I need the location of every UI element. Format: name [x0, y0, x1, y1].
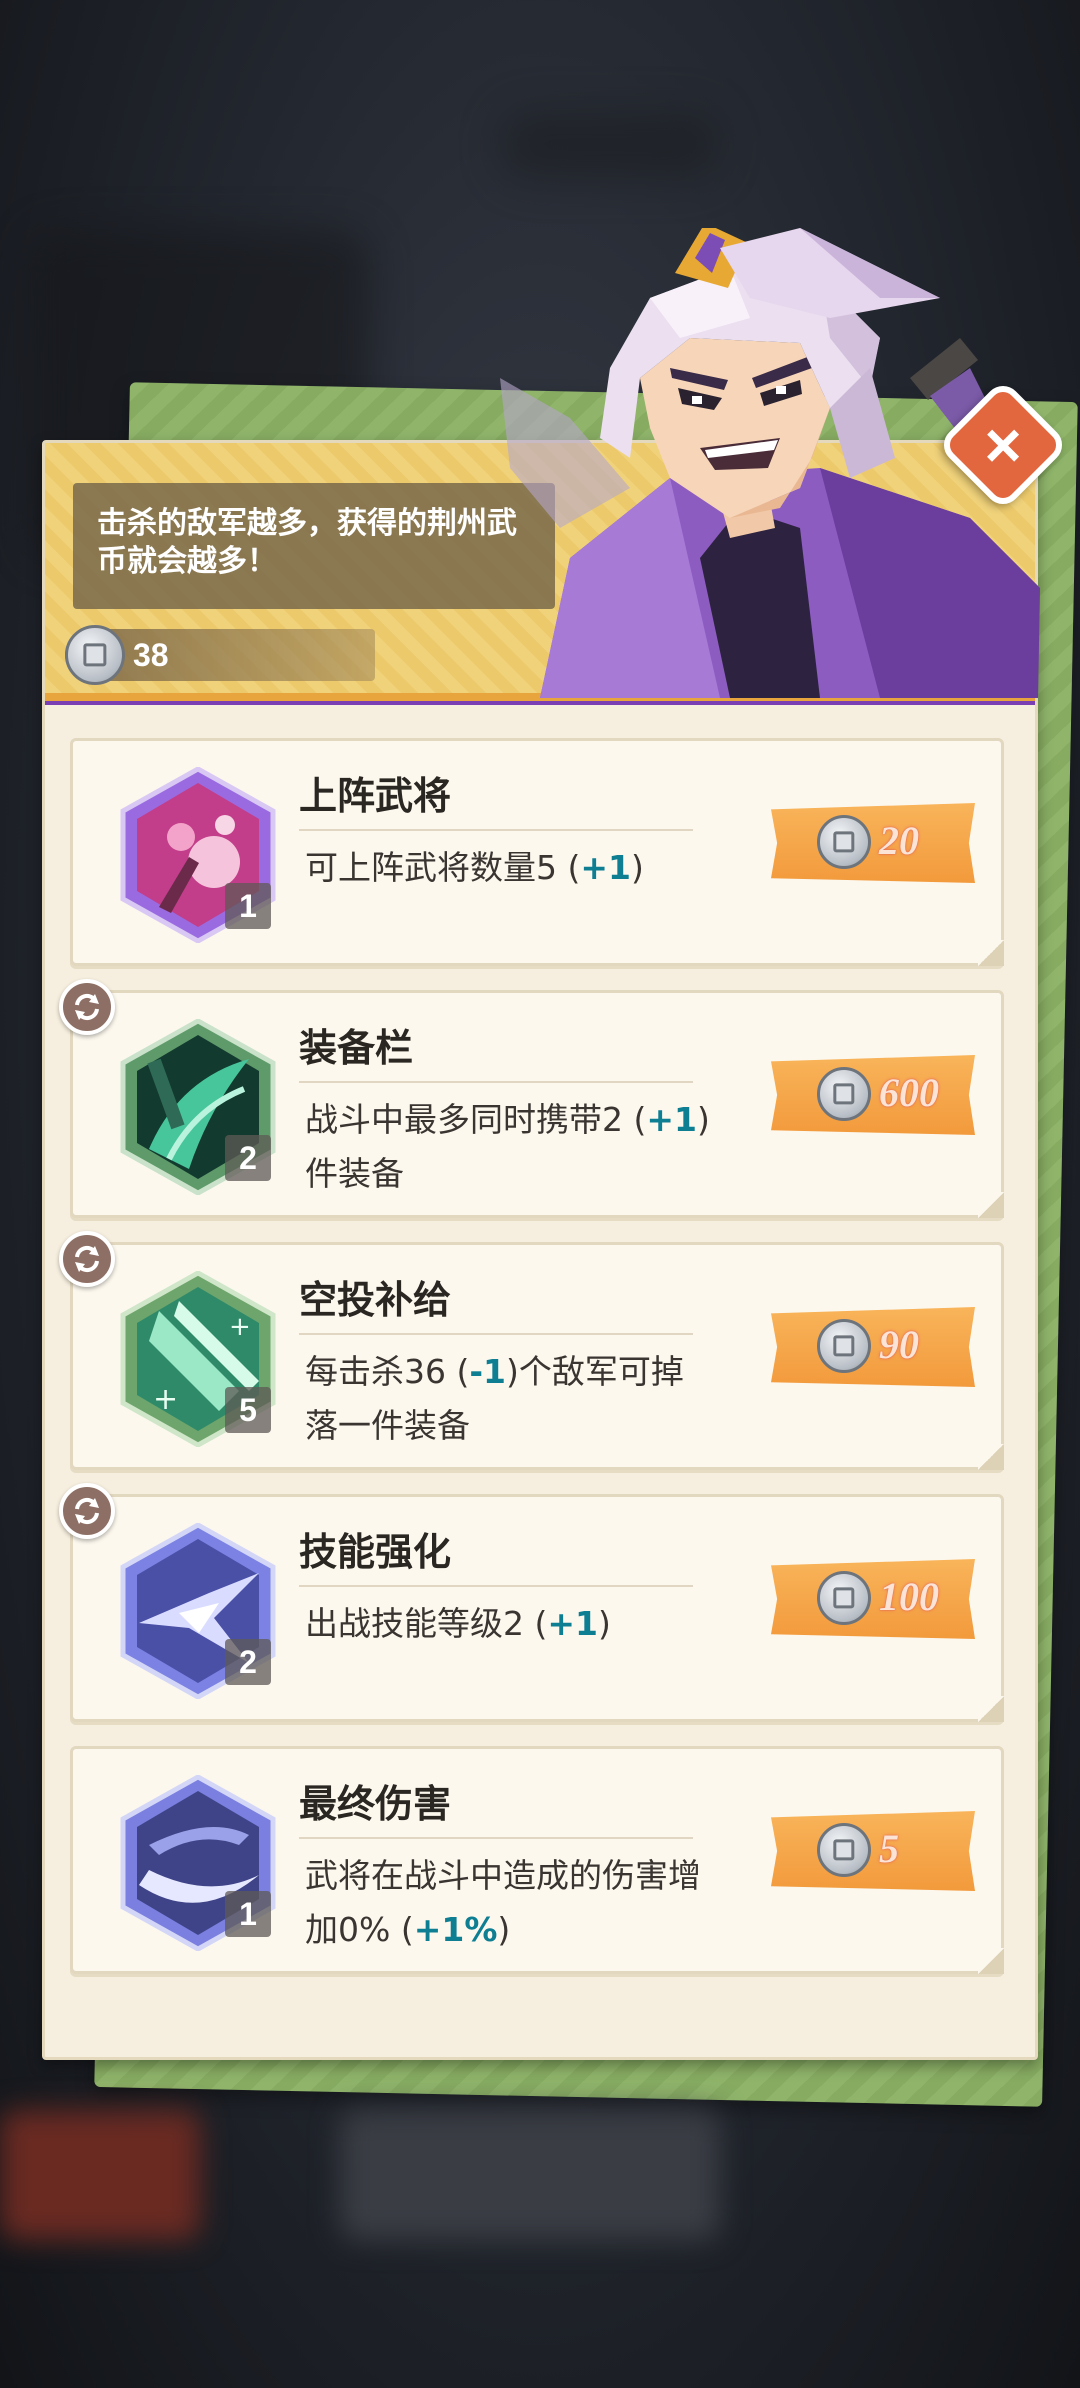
desc-highlight: -1	[469, 1352, 507, 1391]
background-blur	[0, 2110, 200, 2240]
upgrade-card[interactable]: 2 技能强化 出战技能等级2 (+1) 100	[59, 1483, 1004, 1722]
upgrade-description: 武将在战斗中造成的伤害增加0% (+1%)	[305, 1849, 715, 1957]
header-stripe	[45, 701, 1035, 705]
price-value: 600	[879, 1070, 939, 1115]
upgrade-title: 最终伤害	[299, 1782, 452, 1826]
coin-count: 38	[133, 637, 169, 673]
refresh-button[interactable]	[59, 1231, 115, 1287]
desc-text: )	[497, 1910, 511, 1949]
page-fold	[978, 940, 1004, 966]
upgrade-description: 可上阵武将数量5 (+1)	[305, 841, 715, 895]
svg-text:+: +	[229, 1312, 251, 1342]
divider	[299, 1585, 693, 1587]
upgrade-description: 每击杀36 (-1)个敌军可掉落一件装备	[305, 1345, 715, 1453]
refresh-button[interactable]	[59, 979, 115, 1035]
divider	[299, 1081, 693, 1083]
divider	[299, 1333, 693, 1335]
upgrade-card[interactable]: 1 上阵武将 可上阵武将数量5 (+1) 20	[70, 738, 1004, 966]
background-blur	[340, 2110, 720, 2240]
price-value: 90	[879, 1322, 919, 1367]
price-value: 100	[879, 1574, 939, 1619]
price-tag	[771, 1811, 975, 1891]
coin-icon	[817, 1823, 871, 1877]
background-blur	[500, 110, 720, 180]
coin-icon	[817, 1319, 871, 1373]
refresh-icon	[75, 993, 99, 1021]
upgrade-description: 战斗中最多同时携带2 (+1)件装备	[305, 1093, 715, 1201]
buy-button[interactable]: 90	[771, 1307, 975, 1387]
upgrade-card[interactable]: 1 最终伤害 武将在战斗中造成的伤害增加0% (+1%) 5	[70, 1746, 1004, 1974]
upgrade-card[interactable]: 2 装备栏 战斗中最多同时携带2 (+1)件装备 600	[59, 979, 1004, 1218]
desc-text: 出战技能等级2 (	[305, 1604, 548, 1643]
page-fold	[978, 1696, 1004, 1722]
level-badge: 2	[225, 1639, 271, 1685]
coin-balance: 38	[65, 625, 375, 685]
desc-highlight: +1	[580, 848, 631, 887]
coin-icon	[817, 815, 871, 869]
close-icon: ×	[984, 409, 1022, 481]
price-value: 20	[879, 818, 919, 863]
coin-icon	[65, 625, 125, 685]
price-tag	[771, 1055, 975, 1135]
hint-message: 击杀的敌军越多，获得的荆州武币就会越多！	[73, 483, 555, 609]
level-badge: 1	[225, 883, 271, 929]
desc-text: 每击杀36 (	[305, 1352, 470, 1391]
desc-highlight: +1	[547, 1604, 598, 1643]
desc-text: 可上阵武将数量5 (	[305, 848, 581, 887]
svg-text:+: +	[153, 1382, 178, 1417]
page-fold	[978, 1444, 1004, 1470]
upgrade-description: 出战技能等级2 (+1)	[305, 1597, 715, 1651]
upgrade-title: 空投补给	[299, 1278, 452, 1322]
buy-button[interactable]: 100	[771, 1559, 975, 1639]
upgrade-title: 装备栏	[299, 1026, 414, 1070]
desc-highlight: +1	[646, 1100, 697, 1139]
divider	[299, 1837, 693, 1839]
upgrade-card[interactable]: + + 5 空投补给 每击杀36 (-1)个敌军可掉落一件装备 90	[59, 1231, 1004, 1470]
desc-text: )	[631, 848, 644, 887]
desc-highlight: +1%	[413, 1910, 498, 1949]
refresh-icon	[75, 1497, 99, 1525]
level-badge: 2	[225, 1135, 271, 1181]
buy-button[interactable]: 20	[771, 803, 975, 883]
upgrade-title: 上阵武将	[299, 774, 452, 818]
page-fold	[978, 1192, 1004, 1218]
page-fold	[978, 1948, 1004, 1974]
buy-button[interactable]: 5	[771, 1811, 975, 1891]
price-tag	[771, 803, 975, 883]
refresh-icon	[75, 1245, 99, 1273]
coin-icon	[817, 1067, 871, 1121]
price-value: 5	[879, 1826, 899, 1871]
price-tag	[771, 1307, 975, 1387]
refresh-button[interactable]	[59, 1483, 115, 1539]
divider	[299, 829, 693, 831]
level-badge: 5	[225, 1387, 271, 1433]
desc-text: )	[598, 1604, 611, 1643]
buy-button[interactable]: 600	[771, 1055, 975, 1135]
level-badge: 1	[225, 1891, 271, 1937]
desc-text: 战斗中最多同时携带2 (	[305, 1100, 647, 1139]
price-tag	[771, 1559, 975, 1639]
upgrade-title: 技能强化	[299, 1530, 452, 1574]
coin-icon	[817, 1571, 871, 1625]
